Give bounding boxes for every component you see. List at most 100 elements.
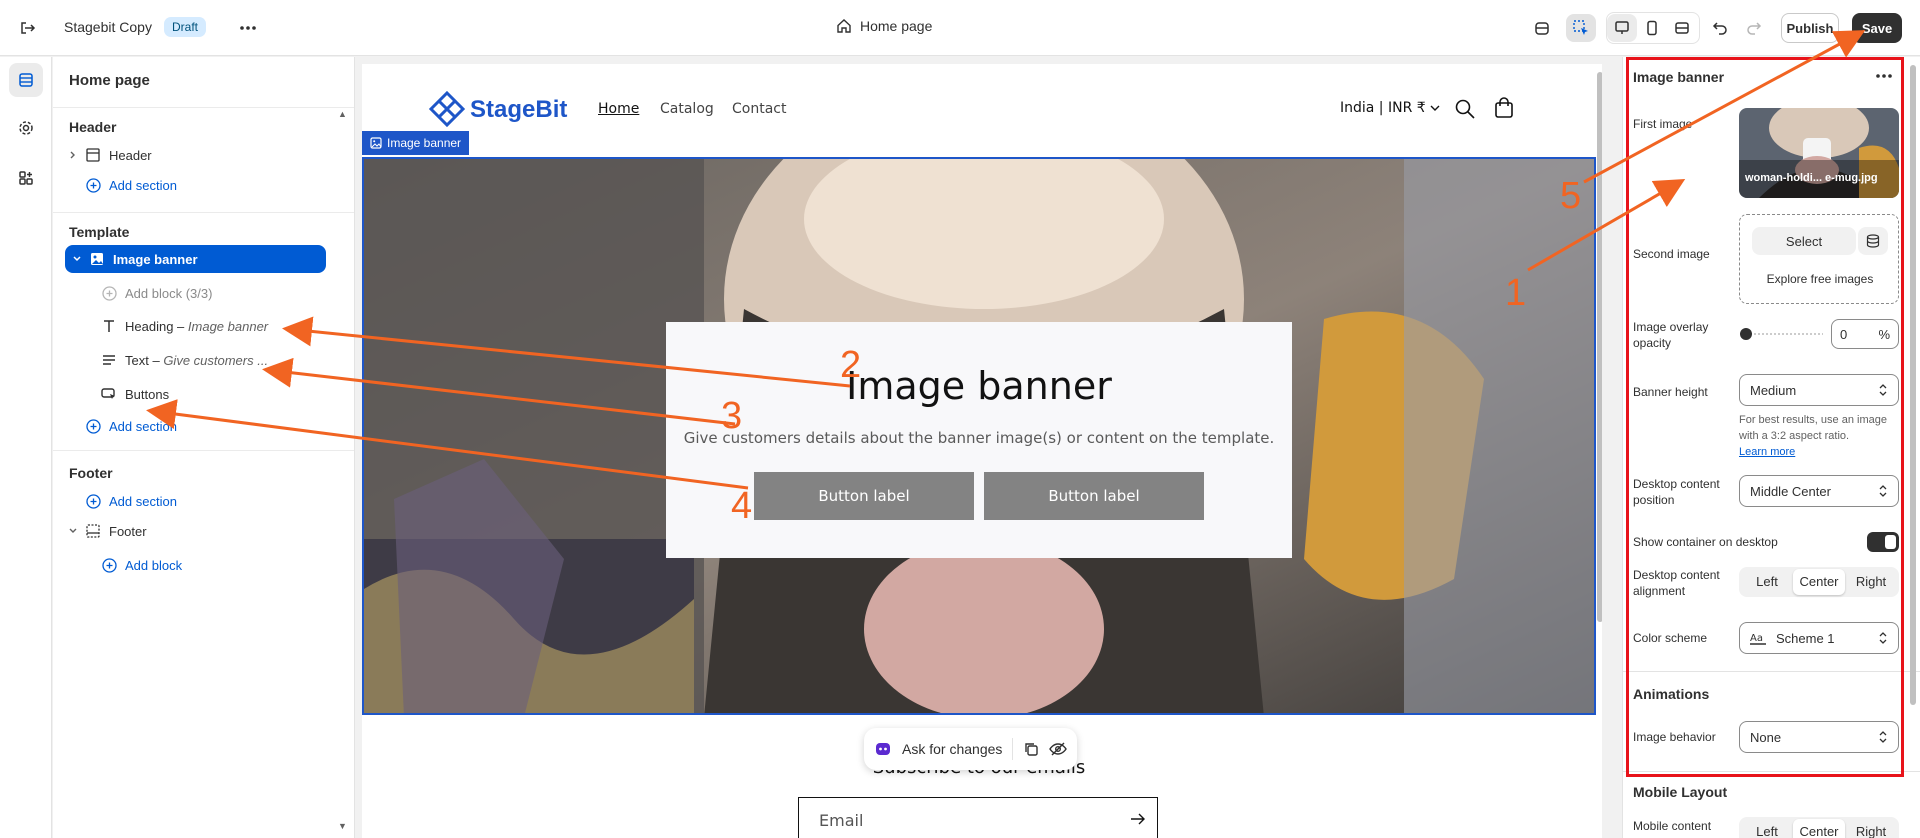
color-scheme-value: Scheme 1 <box>1776 630 1835 646</box>
desktop-position-select[interactable]: Middle Center <box>1739 475 1899 507</box>
theme-settings-icon[interactable] <box>9 111 43 145</box>
alignment-right[interactable]: Right <box>1845 569 1897 595</box>
select-image-button[interactable]: Select <box>1752 227 1856 255</box>
divider <box>1012 738 1014 760</box>
explore-free-images-link[interactable]: Explore free images <box>1740 272 1900 286</box>
fullscreen-icon[interactable] <box>1667 14 1697 42</box>
banner-button-1[interactable]: Button label <box>754 472 974 520</box>
nav-link-catalog[interactable]: Catalog <box>660 101 714 117</box>
mobile-layout-heading: Mobile Layout <box>1633 784 1728 800</box>
sidekick-icon[interactable] <box>1528 14 1556 42</box>
block-item-heading[interactable]: Heading – Image banner <box>101 312 354 340</box>
media-library-icon[interactable] <box>1858 227 1888 255</box>
scroll-up-icon[interactable]: ▲ <box>338 109 347 119</box>
image-banner-section[interactable]: Image banner Give customers details abou… <box>362 157 1596 715</box>
ask-for-changes-button[interactable]: Ask for changes <box>902 741 1002 757</box>
store-logo[interactable]: StageBit <box>428 91 567 129</box>
show-container-label: Show container on desktop <box>1633 535 1778 549</box>
mobile-alignment-label: Mobile content <box>1633 819 1712 833</box>
sections-icon[interactable] <box>9 63 43 97</box>
footer-group-label: Footer <box>69 465 113 481</box>
color-scheme-label: Color scheme <box>1633 631 1708 645</box>
store-preview: StageBit Home Catalog Contact India | IN… <box>362 64 1602 838</box>
annotation-number-4: 4 <box>731 485 753 527</box>
hide-icon[interactable] <box>1049 741 1068 757</box>
email-field[interactable]: Email <box>798 797 1158 838</box>
header-group-label: Header <box>69 119 117 135</box>
inspector-icon[interactable] <box>1566 14 1596 42</box>
footer-layout-icon <box>85 523 101 539</box>
cart-icon[interactable] <box>1493 97 1515 119</box>
annotation-number-5: 5 <box>1560 175 1582 217</box>
add-section-header-button[interactable]: Add section <box>85 171 345 199</box>
search-icon[interactable] <box>1454 98 1476 120</box>
nav-link-home[interactable]: Home <box>598 101 639 117</box>
settings-scrollbar[interactable] <box>1910 65 1916 705</box>
exit-icon[interactable] <box>14 14 42 42</box>
second-image-label: Second image <box>1633 247 1710 261</box>
learn-more-link[interactable]: Learn more <box>1739 446 1795 458</box>
sidebar-item-header[interactable]: Header <box>65 141 325 169</box>
undo-icon[interactable] <box>1706 14 1734 42</box>
header-layout-icon <box>85 147 101 163</box>
block-item-buttons[interactable]: Buttons <box>101 380 354 408</box>
banner-height-label: Banner height <box>1633 385 1708 399</box>
block-detail: Image banner <box>187 318 269 334</box>
mobile-alignment-right[interactable]: Right <box>1845 819 1897 838</box>
more-actions-icon[interactable] <box>234 14 262 42</box>
add-block-button: Add block (3/3) <box>101 279 354 307</box>
save-button[interactable]: Save <box>1852 13 1902 43</box>
plus-circle-icon <box>101 285 117 301</box>
add-block-footer-button[interactable]: Add block <box>101 551 354 579</box>
mobile-alignment-center[interactable]: Center <box>1793 819 1845 838</box>
chevron-down-icon <box>1430 105 1440 111</box>
chevron-down-icon[interactable] <box>65 523 81 539</box>
scroll-down-icon[interactable]: ▼ <box>338 821 347 831</box>
show-container-toggle[interactable] <box>1867 532 1899 552</box>
banner-height-select[interactable]: Medium <box>1739 374 1899 406</box>
sidebar-item-footer[interactable]: Footer <box>65 517 325 545</box>
plus-circle-icon <box>85 493 101 509</box>
sidebar-item-image-banner[interactable]: Image banner <box>65 245 326 273</box>
publish-button[interactable]: Publish <box>1781 13 1839 43</box>
select-arrows-icon <box>1879 485 1887 497</box>
banner-heading[interactable]: Image banner <box>666 364 1292 408</box>
more-actions-icon[interactable] <box>1873 65 1899 87</box>
desktop-icon[interactable] <box>1607 14 1637 42</box>
mobile-icon[interactable] <box>1637 14 1667 42</box>
apps-icon[interactable] <box>9 161 43 195</box>
image-behavior-select[interactable]: None <box>1739 721 1899 753</box>
select-arrows-icon <box>1879 384 1887 396</box>
nav-link-contact[interactable]: Contact <box>732 101 786 117</box>
alignment-left[interactable]: Left <box>1741 569 1793 595</box>
chevron-right-icon[interactable] <box>65 147 81 163</box>
alignment-center[interactable]: Center <box>1793 569 1845 595</box>
overlay-opacity-slider[interactable] <box>1739 327 1823 341</box>
chevron-down-icon[interactable] <box>69 251 85 267</box>
block-detail: Give customers ... <box>163 352 269 368</box>
settings-panel: Image banner First image woman-holdi... … <box>1622 57 1920 838</box>
second-image-picker: Select Explore free images <box>1739 214 1899 304</box>
redo-icon[interactable] <box>1740 14 1768 42</box>
page-selector[interactable]: Home page <box>836 18 932 34</box>
overlay-unit: % <box>1878 327 1890 342</box>
panel-title: Home page <box>69 72 150 89</box>
add-section-template-button[interactable]: Add section <box>85 412 345 440</box>
mobile-alignment-left[interactable]: Left <box>1741 819 1793 838</box>
arrow-right-icon[interactable] <box>1130 812 1146 826</box>
overlay-opacity-input[interactable]: 0 % <box>1831 319 1899 349</box>
first-image-picker[interactable]: woman-holdi... e-mug.jpg <box>1739 108 1899 198</box>
annotation-number-1: 1 <box>1505 272 1527 314</box>
duplicate-icon[interactable] <box>1023 741 1039 757</box>
add-section-footer-button[interactable]: Add section <box>85 487 345 515</box>
currency-selector[interactable]: India | INR ₹ <box>1340 100 1440 116</box>
canvas-scrollbar[interactable] <box>1597 72 1602 622</box>
block-item-text[interactable]: Text – Give customers ... <box>101 346 354 374</box>
banner-text[interactable]: Give customers details about the banner … <box>666 429 1292 447</box>
block-name: Buttons <box>125 386 170 402</box>
plus-circle-icon <box>85 418 101 434</box>
color-scheme-select[interactable]: Aa Scheme 1 <box>1739 622 1899 654</box>
alignment-segmented: Left Center Right <box>1739 567 1899 597</box>
buttons-icon <box>101 386 117 402</box>
banner-button-2[interactable]: Button label <box>984 472 1204 520</box>
